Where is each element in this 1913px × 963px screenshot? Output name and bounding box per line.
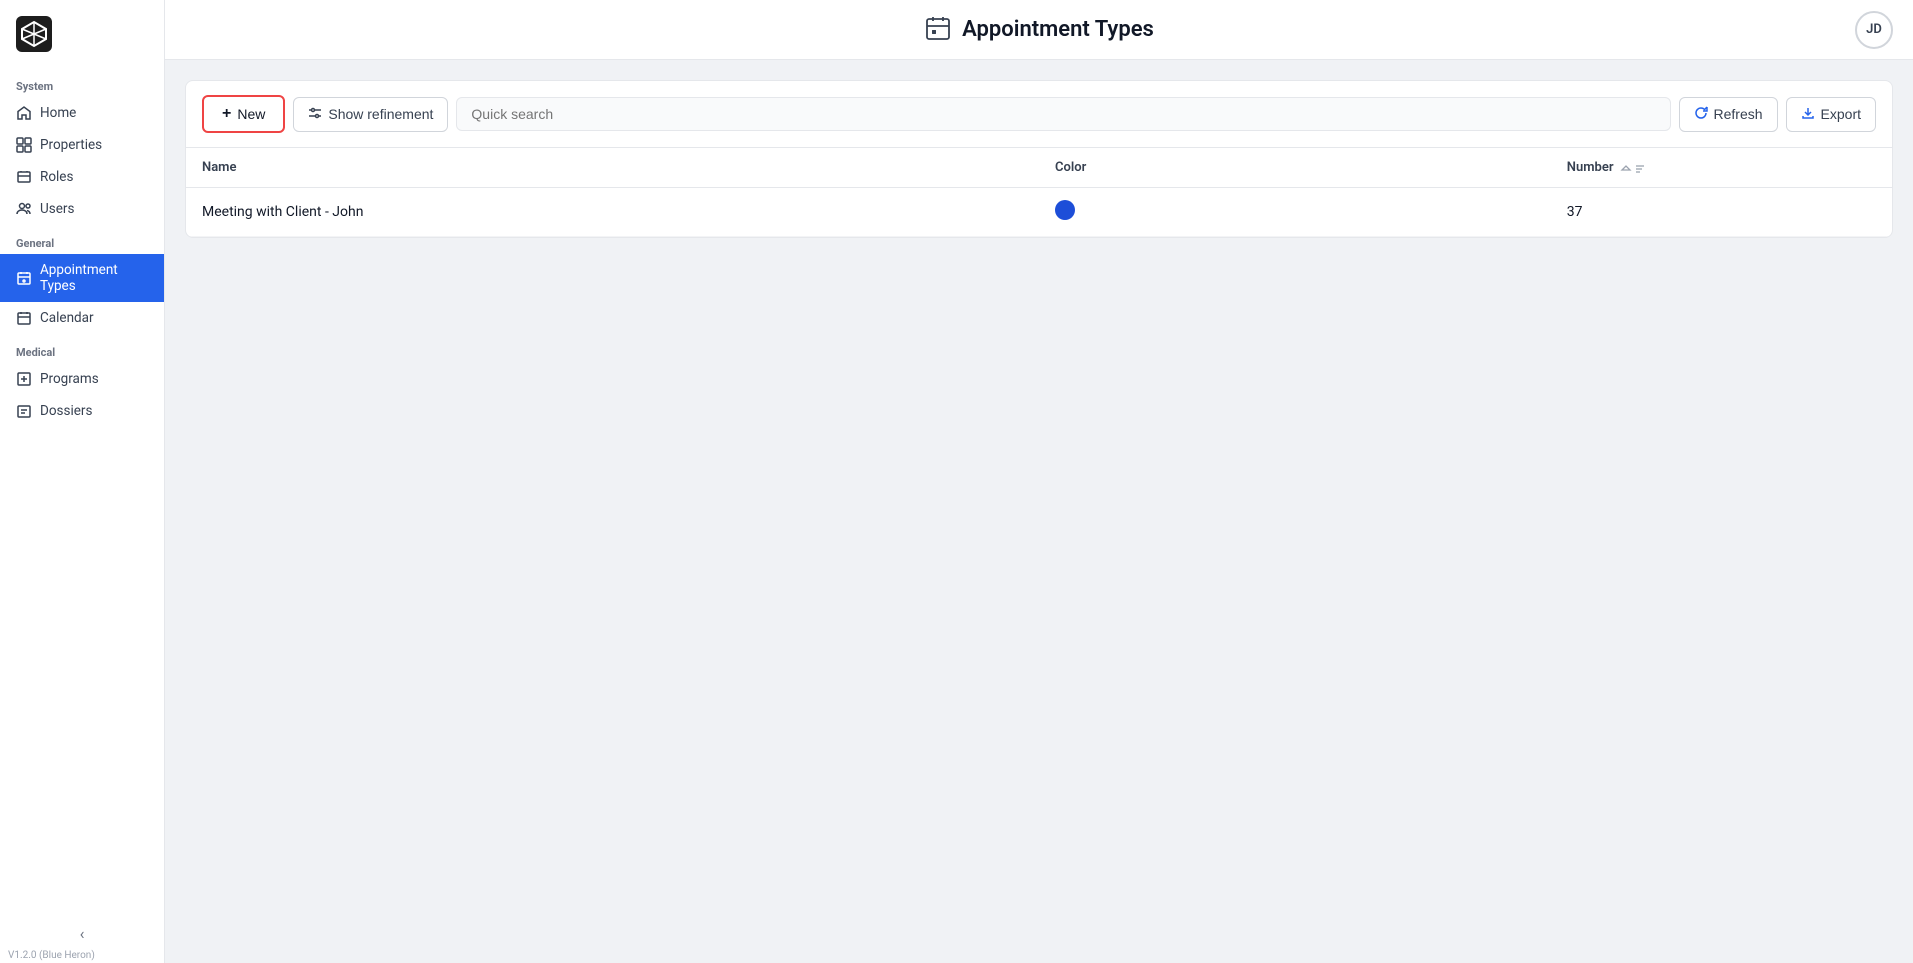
properties-icon bbox=[16, 137, 32, 153]
main-content: Appointment Types JD + New bbox=[165, 0, 1913, 963]
roles-icon bbox=[16, 169, 32, 185]
color-dot bbox=[1055, 200, 1075, 220]
row-number: 37 bbox=[1551, 188, 1892, 237]
sidebar-item-appointment-types[interactable]: Appointment Types bbox=[0, 254, 164, 302]
sort-filter-icons[interactable] bbox=[1620, 162, 1646, 174]
filter-icon bbox=[308, 106, 322, 123]
column-header-color: Color bbox=[1039, 148, 1551, 188]
sidebar-item-users[interactable]: Users bbox=[0, 193, 164, 225]
table-header: Name Color Number bbox=[186, 148, 1892, 188]
page-title-container: Appointment Types bbox=[924, 14, 1154, 46]
sidebar-item-dossiers[interactable]: Dossiers bbox=[0, 395, 164, 427]
sidebar-item-home[interactable]: Home bbox=[0, 97, 164, 129]
sidebar-item-properties[interactable]: Properties bbox=[0, 129, 164, 161]
table-row[interactable]: Meeting with Client - John 37 bbox=[186, 188, 1892, 237]
page-title: Appointment Types bbox=[962, 17, 1154, 42]
calendar-icon bbox=[16, 310, 32, 326]
new-button-label: New bbox=[237, 106, 265, 122]
medical-section-label: Medical bbox=[0, 334, 164, 363]
sidebar-item-properties-label: Properties bbox=[40, 137, 102, 153]
top-header: Appointment Types JD bbox=[165, 0, 1913, 60]
row-color bbox=[1039, 188, 1551, 237]
sidebar-item-users-label: Users bbox=[40, 201, 74, 217]
users-icon bbox=[16, 201, 32, 217]
column-header-name: Name bbox=[186, 148, 1039, 188]
sidebar: System Home Properties bbox=[0, 0, 165, 963]
new-button[interactable]: + New bbox=[202, 95, 285, 133]
system-section-label: System bbox=[0, 68, 164, 97]
column-header-number: Number bbox=[1551, 148, 1892, 188]
sidebar-section-medical: Medical Programs Dossiers bbox=[0, 334, 164, 427]
sidebar-item-home-label: Home bbox=[40, 105, 76, 121]
table-body: Meeting with Client - John 37 bbox=[186, 188, 1892, 237]
show-refinement-button[interactable]: Show refinement bbox=[293, 97, 448, 132]
dossiers-icon bbox=[16, 403, 32, 419]
sidebar-item-roles-label: Roles bbox=[40, 169, 73, 185]
appointment-types-icon bbox=[16, 270, 32, 286]
home-icon bbox=[16, 105, 32, 121]
sidebar-logo bbox=[0, 0, 164, 68]
toolbar: + New Show refinement bbox=[186, 81, 1892, 148]
programs-icon bbox=[16, 371, 32, 387]
sidebar-item-programs-label: Programs bbox=[40, 371, 99, 387]
refresh-button[interactable]: Refresh bbox=[1679, 97, 1778, 132]
plus-icon: + bbox=[222, 105, 231, 123]
search-input[interactable] bbox=[456, 97, 1670, 131]
general-section-label: General bbox=[0, 225, 164, 254]
sidebar-item-roles[interactable]: Roles bbox=[0, 161, 164, 193]
user-avatar[interactable]: JD bbox=[1855, 11, 1893, 49]
sidebar-item-calendar-label: Calendar bbox=[40, 310, 94, 326]
sidebar-item-calendar[interactable]: Calendar bbox=[0, 302, 164, 334]
export-icon bbox=[1801, 106, 1815, 123]
sidebar-section-general: General Appointment Types Calendar bbox=[0, 225, 164, 334]
content-area: + New Show refinement bbox=[165, 60, 1913, 963]
sidebar-item-programs[interactable]: Programs bbox=[0, 363, 164, 395]
sidebar-section-system: System Home Properties bbox=[0, 68, 164, 225]
show-refinement-label: Show refinement bbox=[328, 106, 433, 122]
refresh-icon bbox=[1694, 106, 1708, 123]
sidebar-item-appointment-types-label: Appointment Types bbox=[40, 262, 148, 294]
export-button[interactable]: Export bbox=[1786, 97, 1876, 132]
sidebar-version: V1.2.0 (Blue Heron) bbox=[8, 950, 95, 961]
appointment-types-table: Name Color Number bbox=[186, 148, 1892, 237]
appointment-types-header-icon bbox=[924, 14, 952, 46]
content-card: + New Show refinement bbox=[185, 80, 1893, 238]
row-name: Meeting with Client - John bbox=[186, 188, 1039, 237]
export-label: Export bbox=[1821, 106, 1861, 122]
app-logo-icon bbox=[16, 16, 52, 52]
sidebar-collapse-button[interactable]: ‹ bbox=[68, 919, 96, 947]
sidebar-item-dossiers-label: Dossiers bbox=[40, 403, 92, 419]
refresh-label: Refresh bbox=[1714, 106, 1763, 122]
